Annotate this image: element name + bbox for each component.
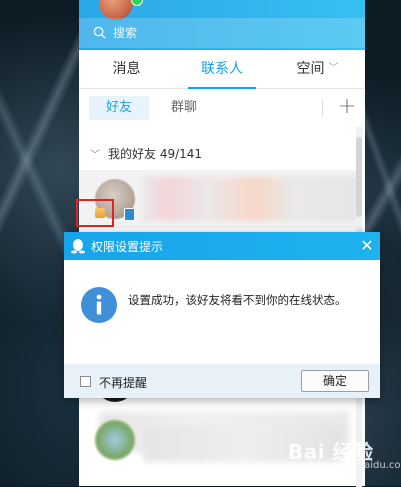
tab-label: 消息 <box>112 61 141 77</box>
info-icon <box>81 287 117 323</box>
sub-tab-groups[interactable]: 群聊 <box>171 96 197 120</box>
add-button[interactable]: + <box>335 93 359 121</box>
friend-list-item[interactable] <box>79 170 357 228</box>
divider <box>322 99 323 117</box>
search-bar[interactable]: 搜索 <box>79 18 365 48</box>
sub-tab-friends[interactable]: 好友 <box>89 96 149 120</box>
chevron-down-icon: ﹀ <box>328 63 339 74</box>
permission-dialog: 权限设置提示 ✕ 设置成功，该好友将看不到你的在线状态。 不再提醒 确定 <box>64 232 380 398</box>
qq-penguin-icon <box>71 239 85 254</box>
highlight-box <box>76 199 114 227</box>
friend-avatar <box>95 420 135 460</box>
scroll-thumb[interactable] <box>356 137 362 217</box>
phone-icon <box>124 208 135 221</box>
friend-group-header[interactable]: ﹀ 我的好友 49/141 <box>79 140 359 166</box>
search-input[interactable]: 搜索 <box>113 24 137 41</box>
chevron-down-icon: ﹀ <box>90 150 100 161</box>
dialog-title-bar[interactable]: 权限设置提示 ✕ <box>64 232 380 260</box>
group-label: 我的好友 49/141 <box>108 147 203 161</box>
user-avatar[interactable] <box>99 0 133 20</box>
tab-messages[interactable]: 消息 <box>79 50 174 88</box>
search-icon <box>93 26 106 39</box>
dialog-message: 设置成功，该好友将看不到你的在线状态。 <box>128 293 347 307</box>
blurred-friend-info <box>143 177 357 221</box>
close-icon[interactable]: ✕ <box>358 236 376 256</box>
tab-contacts[interactable]: 联系人 <box>174 50 270 89</box>
panel-header: 搜索 <box>79 0 365 50</box>
dialog-title: 权限设置提示 <box>91 240 164 254</box>
tab-space[interactable]: 空间 ﹀ <box>270 50 365 88</box>
sub-tabs: 好友 群聊 + <box>79 89 365 127</box>
dialog-footer: 不再提醒 确定 <box>64 364 380 398</box>
tab-label: 联系人 <box>201 61 243 77</box>
tab-label: 空间 <box>296 61 325 77</box>
main-tabs: 消息 联系人 空间 ﹀ <box>79 50 365 89</box>
checkbox-label[interactable]: 不再提醒 <box>99 374 147 391</box>
confirm-button[interactable]: 确定 <box>301 370 369 392</box>
dont-remind-checkbox[interactable] <box>80 376 91 387</box>
watermark-url: jingyan.baidu.com <box>318 460 401 471</box>
